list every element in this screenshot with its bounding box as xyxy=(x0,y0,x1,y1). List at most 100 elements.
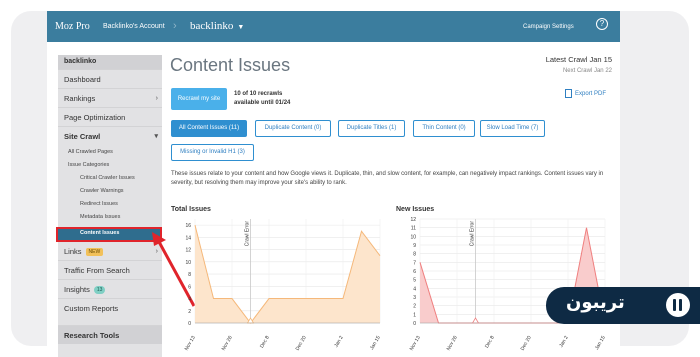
sidebar-item-dashboard[interactable]: Dashboard xyxy=(58,69,162,88)
y-tick-label: 14 xyxy=(185,235,191,241)
y-tick-label: 0 xyxy=(413,321,416,327)
sidebar-item-research-tools[interactable]: Research Tools xyxy=(58,325,162,344)
y-tick-label: 6 xyxy=(413,269,416,275)
sidebar-item-label: Links xyxy=(64,247,82,256)
y-tick-label: 6 xyxy=(188,284,191,290)
highlight-box xyxy=(56,227,162,242)
y-tick-label: 4 xyxy=(413,286,416,292)
campaign-settings-link[interactable]: Campaign Settings xyxy=(523,24,574,30)
export-pdf-label: Export PDF xyxy=(575,91,607,98)
y-tick-label: 12 xyxy=(410,217,416,223)
page-title: Content Issues xyxy=(170,55,291,75)
y-tick-label: 3 xyxy=(413,295,416,301)
sidebar-item-redirect-issues[interactable]: Redirect Issues xyxy=(58,198,162,211)
tab-missing-invalid-h1[interactable]: Missing or Invalid H1 (3) xyxy=(171,144,254,161)
y-tick-label: 8 xyxy=(413,252,416,258)
tribune-logo-overlay: تریبون xyxy=(546,287,700,324)
chevron-right-icon: › xyxy=(173,20,177,32)
next-crawl-date: Next Crawl Jan 22 xyxy=(562,68,612,74)
sidebar-item-critical-crawler-issues[interactable]: Critical Crawler Issues xyxy=(58,172,162,185)
x-tick-label: Jan 2 xyxy=(333,335,344,349)
caret-down-icon: ▼ xyxy=(237,23,245,31)
recrawl-info: 10 of 10 recrawls available until 01/24 xyxy=(234,90,290,108)
sidebar-item-label: Crawler Warnings xyxy=(80,188,124,194)
y-tick-label: 16 xyxy=(185,223,191,229)
tab-duplicate-titles[interactable]: Duplicate Titles (1) xyxy=(338,120,405,137)
sidebar-item-site-crawl[interactable]: Site Crawl ▾ xyxy=(58,126,162,145)
sidebar-item-rankings[interactable]: Rankings › xyxy=(58,88,162,107)
y-tick-label: 0 xyxy=(188,321,191,327)
x-tick-label: Jan 15 xyxy=(594,335,607,351)
chevron-down-icon: ▾ xyxy=(154,133,158,140)
sidebar-item-label: Page Optimization xyxy=(64,113,126,122)
x-tick-label: Nov 13 xyxy=(184,335,197,352)
sidebar-item-label: Metadata Issues xyxy=(80,214,121,220)
crawl-error-annotation: Crawl Error xyxy=(470,221,476,247)
sidebar-item-label: Rankings xyxy=(64,94,96,103)
y-tick-label: 11 xyxy=(411,226,416,232)
crawl-error-marker xyxy=(471,317,480,324)
x-tick-label: Nov 26 xyxy=(221,335,234,352)
description-text: These issues relate to your content and … xyxy=(171,171,604,186)
download-icon xyxy=(565,89,572,98)
recrawl-availability: available until 01/24 xyxy=(234,100,291,106)
y-tick-label: 12 xyxy=(185,248,191,254)
chart-title-total-issues: Total Issues xyxy=(171,206,211,213)
project-selector[interactable]: backlinko ▼ xyxy=(190,20,244,32)
sidebar-item-label: Research Tools xyxy=(64,331,120,340)
x-tick-label: Dec 8 xyxy=(484,335,496,350)
y-tick-label: 2 xyxy=(188,309,191,315)
y-tick-label: 8 xyxy=(188,272,191,278)
latest-crawl-date: Latest Crawl Jan 15 xyxy=(545,55,612,64)
sidebar-item-insights[interactable]: Insights 13 xyxy=(58,279,162,298)
help-icon[interactable]: ? xyxy=(596,18,608,30)
sidebar-item-all-crawled-pages[interactable]: All Crawled Pages xyxy=(58,146,162,159)
sidebar-item-custom-reports[interactable]: Custom Reports xyxy=(58,298,162,317)
y-tick-label: 5 xyxy=(413,278,416,284)
sidebar-item-label: All Crawled Pages xyxy=(68,149,113,155)
tab-all-content-issues[interactable]: All Content Issues (11) xyxy=(171,120,247,137)
x-tick-label: Nov 13 xyxy=(409,335,422,352)
x-tick-label: Jan 2 xyxy=(558,335,569,349)
export-pdf-link[interactable]: Export PDF xyxy=(565,89,606,98)
y-tick-label: 9 xyxy=(413,243,416,249)
tribune-logo-icon xyxy=(666,293,690,317)
sidebar-item-label: Issue Categories xyxy=(68,162,110,168)
tribune-logo-text: تریبون xyxy=(566,292,625,313)
sidebar-item-links[interactable]: Links NEW › xyxy=(58,241,162,260)
recrawl-count: 10 of 10 recrawls xyxy=(234,91,283,97)
y-tick-label: 1 xyxy=(413,312,416,318)
sidebar-item-page-optimization[interactable]: Page Optimization xyxy=(58,107,162,126)
sidebar-item-label: Site Crawl xyxy=(64,132,101,141)
sidebar-item-label: Insights xyxy=(64,285,90,294)
new-issues-chart: 0123456789101112Nov 13 Nov 26 Dec 8 Dec 20 J… xyxy=(409,217,607,352)
y-tick-label: 10 xyxy=(410,234,416,240)
x-tick-label: Dec 8 xyxy=(259,335,271,350)
x-tick-label: Jan 15 xyxy=(369,335,382,351)
account-switcher[interactable]: Backlinko's Account xyxy=(103,23,165,30)
sidebar-item-label: Custom Reports xyxy=(64,304,119,313)
chevron-right-icon: › xyxy=(155,95,158,102)
tab-slow-load-time[interactable]: Slow Load Time (7) xyxy=(480,120,545,137)
new-badge: NEW xyxy=(85,248,104,257)
sidebar-item-crawler-warnings[interactable]: Crawler Warnings xyxy=(58,185,162,198)
y-tick-label: 2 xyxy=(413,304,416,310)
total-issues-chart: 0 2 4 6 8 10 12 14 16 Nov 13 Nov 26 Dec 8 Dec 20 Jan … xyxy=(184,219,382,352)
brand-logo[interactable]: Moz Pro xyxy=(55,21,90,32)
sidebar-item-label: Redirect Issues xyxy=(80,201,118,207)
sidebar-item-issue-categories[interactable]: Issue Categories xyxy=(58,159,162,172)
tab-thin-content[interactable]: Thin Content (0) xyxy=(413,120,475,137)
sidebar: backlinko Dashboard Rankings › Page Optim… xyxy=(58,55,162,357)
crawl-error-annotation: Crawl Error xyxy=(245,221,251,247)
x-tick-label: Dec 20 xyxy=(520,335,533,352)
sidebar-item-label: Critical Crawler Issues xyxy=(80,175,135,181)
x-tick-label: Nov 26 xyxy=(446,335,459,352)
sidebar-item-metadata-issues[interactable]: Metadata Issues xyxy=(58,211,162,224)
recrawl-button[interactable]: Recrawl my site xyxy=(171,88,227,110)
project-name: backlinko xyxy=(190,20,234,32)
sidebar-project-header: backlinko xyxy=(58,55,162,69)
tab-duplicate-content[interactable]: Duplicate Content (0) xyxy=(255,120,331,137)
y-tick-label: 4 xyxy=(188,297,191,303)
y-tick-label: 7 xyxy=(413,260,416,266)
sidebar-item-traffic-from-search[interactable]: Traffic From Search xyxy=(58,260,162,279)
